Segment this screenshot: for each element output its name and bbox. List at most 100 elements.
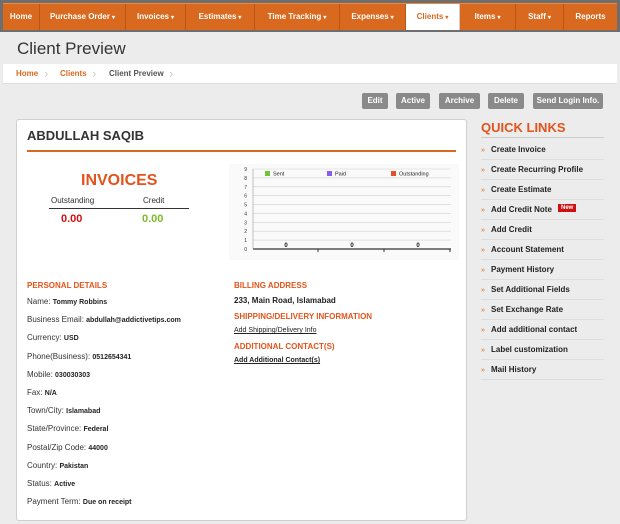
nav-label: Purchase Order: [49, 12, 110, 21]
top-nav: Home Purchase Order ▾ Invoices ▾ Estimates…: [0, 0, 620, 32]
personal-field: Country: Pakistan: [27, 461, 88, 470]
page-title: Client Preview: [17, 39, 126, 58]
personal-field: Currency: USD: [27, 333, 79, 342]
y-tick-label: 1: [244, 238, 247, 244]
breadcrumb-home[interactable]: Home: [16, 69, 38, 78]
nav-invoices[interactable]: Invoices ▾: [126, 4, 186, 30]
invoices-title: INVOICES: [81, 172, 158, 189]
nav-label: Time Tracking: [267, 12, 322, 21]
double-chevron-right-icon: »: [481, 307, 485, 314]
quick-link-label: Mail History: [491, 365, 537, 374]
field-value: Federal: [83, 426, 109, 434]
personal-field: State/Province: Federal: [27, 424, 108, 433]
send-login-info-button[interactable]: Send Login Info.: [533, 93, 603, 109]
chevron-down-icon: ▾: [112, 15, 116, 21]
additional-contacts-heading: ADDITIONAL CONTACT(S): [234, 342, 335, 351]
nav-time-tracking[interactable]: Time Tracking ▾: [255, 4, 340, 30]
quick-link-item[interactable]: » Add Credit: [481, 220, 604, 240]
field-label: State/Province:: [27, 424, 82, 434]
nav-label: Reports: [575, 12, 606, 21]
breadcrumb-separator-icon: ›: [92, 66, 97, 81]
archive-button[interactable]: Archive: [439, 93, 480, 109]
chevron-down-icon: ▾: [390, 15, 394, 21]
nav-clients[interactable]: Clients ▾: [406, 4, 460, 30]
delete-button[interactable]: Delete: [488, 93, 524, 109]
nav-reports[interactable]: Reports: [564, 4, 617, 30]
personal-field: Name: Tommy Robbins: [27, 297, 107, 306]
active-button[interactable]: Active: [396, 93, 430, 109]
double-chevron-right-icon: »: [481, 167, 485, 174]
quick-link-item[interactable]: » Set Exchange Rate: [481, 300, 604, 320]
quick-link-item[interactable]: » Set Additional Fields: [481, 280, 604, 300]
nav-items[interactable]: Items ▾: [460, 4, 516, 30]
breadcrumb-separator-icon: ›: [44, 66, 49, 81]
quick-link-item[interactable]: » Create Estimate: [481, 180, 604, 200]
edit-button[interactable]: Edit: [362, 93, 388, 109]
field-label: Business Email:: [27, 315, 84, 325]
breadcrumb-current: Client Preview: [109, 69, 164, 78]
quick-link-label: Account Statement: [491, 245, 564, 254]
invoices-divider: [49, 208, 189, 209]
legend-swatch: [391, 171, 396, 176]
data-label: 0: [284, 243, 288, 249]
nav-home[interactable]: Home: [3, 4, 40, 30]
credit-value: 0.00: [142, 213, 164, 225]
billing-address: 233, Main Road, Islamabad: [234, 296, 336, 305]
quick-link-label: Create Invoice: [491, 145, 546, 154]
chevron-down-icon: ▾: [323, 15, 327, 21]
add-shipping-link[interactable]: Add Shipping/Delivery Info: [234, 327, 317, 334]
y-tick-label: 8: [244, 176, 247, 182]
nav-bar: Home Purchase Order ▾ Invoices ▾ Estimates…: [3, 3, 617, 30]
legend-swatch: [265, 171, 270, 176]
nav-label: Home: [9, 12, 33, 21]
field-label: Mobile:: [27, 369, 53, 379]
y-tick-label: 3: [244, 220, 247, 226]
quick-link-item[interactable]: » Create Invoice: [481, 140, 604, 160]
nav-label: Staff: [528, 12, 546, 21]
nav-expenses[interactable]: Expenses ▾: [340, 4, 406, 30]
field-value: N/A: [44, 390, 57, 397]
double-chevron-right-icon: »: [481, 267, 485, 274]
chevron-down-icon: ▾: [497, 15, 501, 21]
field-label: Fax:: [27, 388, 43, 397]
quick-link-item[interactable]: » Account Statement: [481, 240, 604, 260]
personal-field: Postal/Zip Code: 44000: [27, 443, 108, 452]
page-header: Client Preview: [3, 32, 617, 62]
billing-address-heading: BILLING ADDRESS: [234, 281, 308, 290]
outstanding-value: 0.00: [61, 213, 83, 225]
quick-link-item[interactable]: » Label customization: [481, 340, 604, 360]
client-name: ABDULLAH SAQIB: [27, 128, 144, 143]
quick-link-label: Create Estimate: [491, 185, 552, 194]
y-tick-label: 0: [244, 247, 247, 253]
breadcrumb-clients[interactable]: Clients: [60, 69, 87, 78]
field-label: Phone(Business):: [27, 351, 91, 361]
field-value: USD: [63, 335, 79, 343]
nav-estimates[interactable]: Estimates ▾: [186, 4, 255, 30]
chevron-down-icon: ▾: [445, 15, 449, 21]
quick-link-item[interactable]: » Add additional contact: [481, 320, 604, 340]
add-contacts-link[interactable]: Add Additional Contact(s): [234, 357, 320, 364]
chevron-down-icon: ▾: [547, 15, 551, 21]
personal-field: Town/City: Islamabad: [27, 406, 100, 415]
field-value: 0512654341: [92, 353, 132, 361]
quick-link-label: Add additional contact: [491, 325, 578, 334]
nav-staff[interactable]: Staff ▾: [516, 4, 564, 30]
field-label: Name:: [27, 297, 51, 306]
double-chevron-right-icon: »: [481, 367, 485, 374]
legend-label: Sent: [273, 172, 285, 178]
quick-link-label: Add Credit: [491, 225, 532, 234]
quick-link-item[interactable]: » Payment History: [481, 260, 604, 280]
double-chevron-right-icon: »: [481, 187, 485, 194]
personal-field: Phone(Business): 0512654341: [27, 352, 131, 361]
nav-label: Expenses: [351, 12, 389, 21]
personal-field: Business Email: abdullah@addictivetips.c…: [27, 315, 181, 324]
field-label: Currency:: [27, 333, 62, 343]
shipping-heading: SHIPPING/DELIVERY INFORMATION: [234, 312, 373, 321]
quick-link-item[interactable]: » Add Credit Note New: [481, 200, 604, 220]
quick-link-item[interactable]: » Mail History: [481, 360, 604, 380]
nav-purchase-order[interactable]: Purchase Order ▾: [40, 4, 126, 30]
new-badge: New: [558, 204, 577, 212]
field-label: Country:: [27, 460, 58, 470]
quick-link-item[interactable]: » Create Recurring Profile: [481, 160, 604, 180]
chevron-down-icon: ▾: [238, 15, 242, 21]
